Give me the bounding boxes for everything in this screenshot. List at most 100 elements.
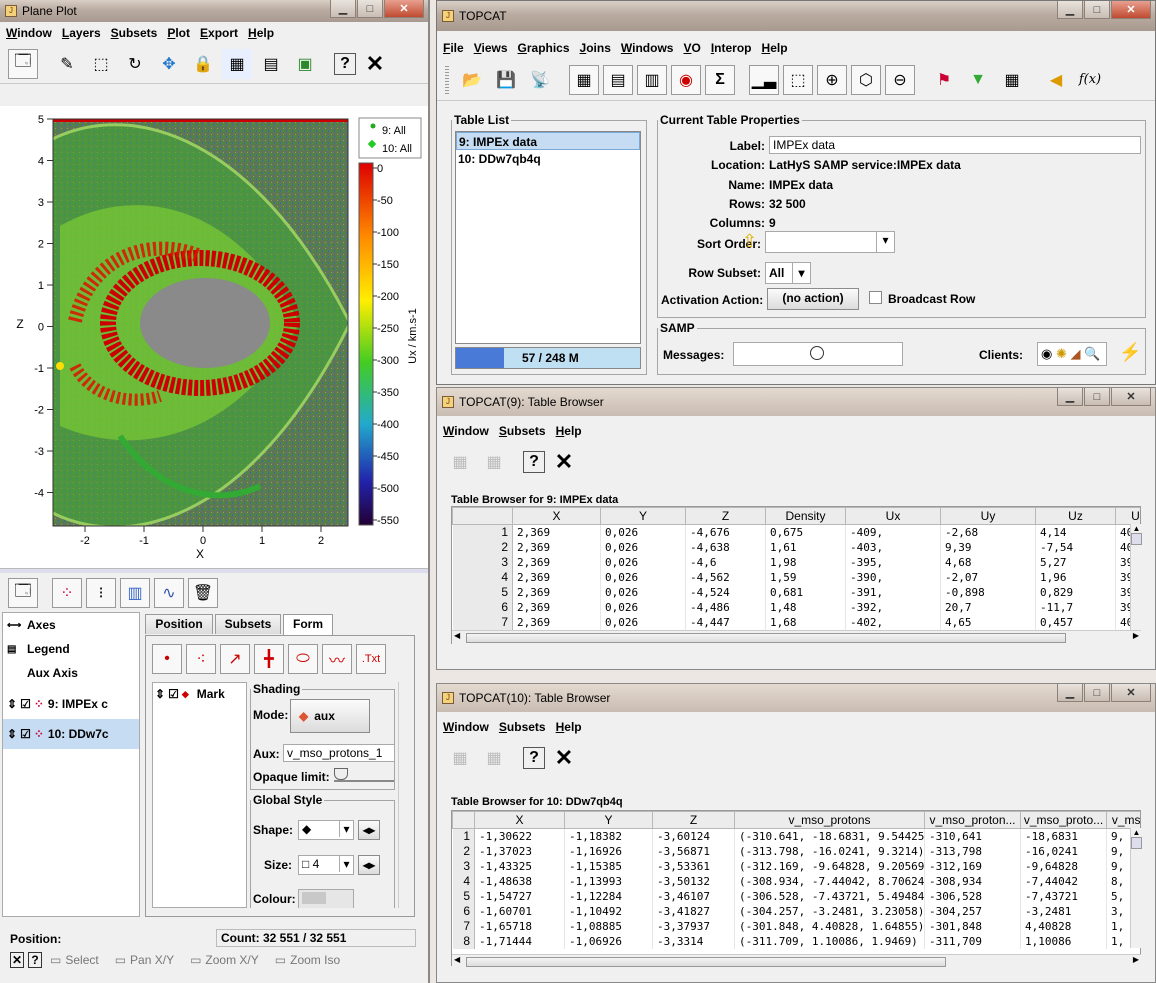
delete-layer-icon[interactable]: 🗑: [188, 578, 218, 608]
scroll-right-icon[interactable]: ▶: [1133, 631, 1139, 640]
subset-from-unselection-icon[interactable]: ▦: [479, 743, 509, 773]
aux-field[interactable]: v_mso_protons_1: [283, 744, 395, 762]
table-cell[interactable]: 0,026: [600, 569, 686, 585]
drag-handle-icon[interactable]: ⇕: [7, 697, 17, 711]
row-number[interactable]: 2: [452, 539, 513, 555]
table-cell[interactable]: 4,65: [940, 614, 1036, 630]
table-cell[interactable]: -1,16926: [564, 843, 653, 859]
table-row[interactable]: 2 -1,37023 -1,16926 -3,56871 (-313.798, -16.…: [452, 843, 1140, 859]
control-legend[interactable]: ▤ Legend: [3, 637, 139, 661]
table-cell[interactable]: 2,369: [512, 539, 601, 555]
table-cell[interactable]: -3,50132: [652, 873, 735, 889]
add-pair-layer-icon[interactable]: ⁝: [86, 578, 116, 608]
browser9-table[interactable]: X Y Z Density Ux Uy Uz U 1 2,369 0,026 -4,676 0,675-…: [452, 507, 1140, 643]
clients-field[interactable]: ◉ ✺ ◢ 🔍: [1037, 342, 1107, 366]
table-row[interactable]: 52,3690,026-4,5240,681-391,-0,8980,82939…: [452, 584, 1140, 600]
row-number[interactable]: 6: [452, 599, 513, 615]
minimize-button[interactable]: ▁: [1057, 1, 1083, 19]
maximize-button[interactable]: □: [1084, 684, 1110, 702]
table-cell[interactable]: -1,54727: [474, 888, 565, 904]
row-number[interactable]: 6: [452, 903, 475, 919]
concat-icon[interactable]: ▼: [963, 65, 993, 95]
column-header[interactable]: X: [474, 811, 565, 829]
table-cell[interactable]: -3,41827: [652, 903, 735, 919]
scroll-up-icon[interactable]: ▲: [1131, 828, 1142, 837]
table-cell[interactable]: -3,56871: [652, 843, 735, 859]
slider-thumb-icon[interactable]: [334, 768, 348, 780]
column-header[interactable]: X: [512, 507, 601, 525]
minimize-button[interactable]: ▁: [1057, 684, 1083, 702]
save-icon[interactable]: 💾: [491, 65, 521, 95]
size-select[interactable]: □ 4 ▾: [298, 855, 354, 875]
table-row[interactable]: 32,3690,026-4,61,98-395,4,685,27395,: [452, 554, 1140, 570]
table-cell[interactable]: 0,026: [600, 524, 686, 540]
table-cell[interactable]: 1,68: [765, 614, 846, 630]
activation-action-button[interactable]: (no action): [767, 288, 859, 310]
add-mark-form-icon[interactable]: •: [152, 644, 182, 674]
size-stepper[interactable]: ◂▸: [358, 855, 380, 875]
tab-position[interactable]: Position: [145, 614, 213, 634]
table-cell[interactable]: -409,: [845, 524, 941, 540]
menu-views[interactable]: Views: [474, 41, 508, 55]
menu-graphics[interactable]: Graphics: [518, 41, 570, 55]
table-cell[interactable]: -4,638: [685, 539, 766, 555]
messages-field[interactable]: [733, 342, 903, 366]
add-vector-form-icon[interactable]: ↗: [220, 644, 250, 674]
close-icon[interactable]: ✕: [549, 447, 579, 477]
table-cell[interactable]: -1,15385: [564, 858, 653, 874]
subset-from-selection-icon[interactable]: ▦: [445, 743, 475, 773]
form-vscrollbar[interactable]: [398, 682, 410, 908]
browser9-vscrollbar[interactable]: ▲: [1130, 524, 1142, 630]
table-cell[interactable]: (-308.934, -7.44042, 8.70624): [734, 873, 925, 889]
table-cell[interactable]: (-313.798, -16.0241, 9.3214): [734, 843, 925, 859]
control-layer-9[interactable]: ⇕ ☑ ⁘ 9: IMPEx c: [3, 689, 139, 719]
minimize-button[interactable]: ▁: [1057, 388, 1083, 406]
table-cell[interactable]: -11,7: [1035, 599, 1116, 615]
table-list-item[interactable]: 10: DDw7qb4q: [456, 150, 640, 168]
subset-draw-icon[interactable]: ✎: [52, 49, 82, 79]
table-cell[interactable]: -7,54: [1035, 539, 1116, 555]
column-header[interactable]: v_mso_proto...: [1020, 811, 1107, 829]
table-cell[interactable]: -16,0241: [1020, 843, 1107, 859]
table-cell[interactable]: (-304.257, -3.2481, 3.23058): [734, 903, 925, 919]
column-header[interactable]: U: [1115, 507, 1140, 525]
row-number[interactable]: 8: [452, 933, 475, 949]
table-cell[interactable]: 0,026: [600, 614, 686, 630]
add-function-icon[interactable]: ∿: [154, 578, 184, 608]
close-window-button[interactable]: ✕: [384, 0, 424, 18]
table-cell[interactable]: -3,53361: [652, 858, 735, 874]
table-cell[interactable]: -3,2481: [1020, 903, 1107, 919]
add-ellipse-form-icon[interactable]: ⬭: [288, 644, 318, 674]
menu-help[interactable]: Help: [248, 26, 274, 40]
column-header[interactable]: Z: [685, 507, 766, 525]
table-cell[interactable]: -395,: [845, 554, 941, 570]
menu-interop[interactable]: Interop: [711, 41, 752, 55]
shape-select[interactable]: ◆ ▾: [298, 820, 354, 840]
table-cell[interactable]: -3,3314: [652, 933, 735, 949]
samp-connect-icon[interactable]: ⚡: [1119, 342, 1141, 363]
row-number[interactable]: 4: [452, 873, 475, 889]
table-cell[interactable]: -1,37023: [474, 843, 565, 859]
sphere-plot-icon[interactable]: ⊖: [885, 64, 915, 95]
cube-plot-icon[interactable]: ⬡: [851, 64, 881, 95]
nav-zoom-iso[interactable]: Zoom Iso: [290, 953, 340, 967]
table-cell[interactable]: -1,06926: [564, 933, 653, 949]
control-aux-axis[interactable]: Aux Axis: [3, 661, 139, 685]
sky-plot-icon[interactable]: ⊕: [817, 64, 847, 95]
table-cell[interactable]: 0,675: [765, 524, 846, 540]
table-cell[interactable]: -392,: [845, 599, 941, 615]
table-cell[interactable]: 1,59: [765, 569, 846, 585]
row-number[interactable]: 1: [452, 524, 513, 540]
menu-joins[interactable]: Joins: [580, 41, 611, 55]
density-icon[interactable]: ▦: [222, 48, 252, 79]
window-icon[interactable]: 🗔: [8, 48, 38, 79]
table-cell[interactable]: 2,369: [512, 524, 601, 540]
table-cell[interactable]: -1,71444: [474, 933, 565, 949]
table-cell[interactable]: -308,934: [924, 873, 1021, 889]
row-number[interactable]: 3: [452, 858, 475, 874]
column-header[interactable]: Z: [652, 811, 735, 829]
browser10-titlebar[interactable]: J TOPCAT(10): Table Browser ▁ □ ✕: [437, 684, 1155, 712]
column-header[interactable]: Y: [564, 811, 653, 829]
table-cell[interactable]: -4,524: [685, 584, 766, 600]
row-number[interactable]: 1: [452, 828, 475, 844]
